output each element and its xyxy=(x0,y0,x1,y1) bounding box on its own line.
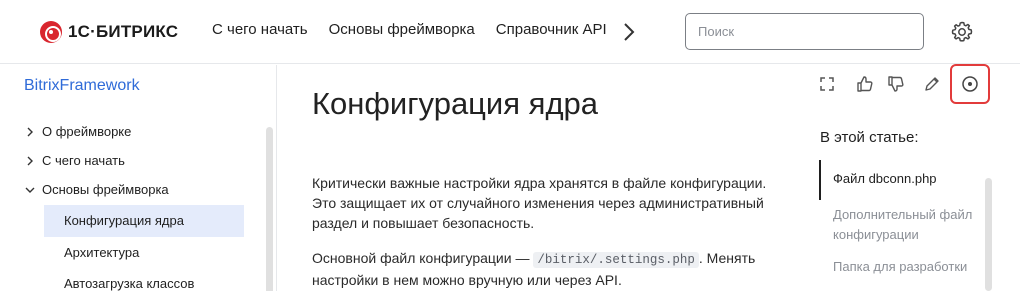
nav-item-api-reference[interactable]: Справочник API xyxy=(496,21,607,38)
chevron-right-icon xyxy=(27,156,33,165)
nav-item-framework-basics[interactable]: Основы фреймворка xyxy=(329,21,475,38)
sidebar-subitem-architecture[interactable]: Архитектура xyxy=(44,237,244,269)
gear-icon[interactable] xyxy=(950,20,974,44)
chevron-down-icon xyxy=(25,187,35,193)
toc-item-dbconn[interactable]: Файл dbconn.php xyxy=(833,169,983,189)
toc-scrollbar[interactable] xyxy=(985,178,992,291)
sidebar-scrollbar[interactable] xyxy=(266,127,273,291)
sidebar-item-getting-started[interactable]: С чего начать xyxy=(24,153,125,168)
toc-item-additional-config[interactable]: Дополнительный файл конфигурации xyxy=(833,205,983,245)
pencil-icon[interactable] xyxy=(922,74,942,94)
thumbs-down-icon[interactable] xyxy=(886,74,906,94)
sidebar-subitem-core-config[interactable]: Конфигурация ядра xyxy=(44,205,244,237)
fullscreen-icon[interactable] xyxy=(817,74,837,94)
top-nav: С чего начать Основы фреймворка Справочн… xyxy=(212,21,607,38)
thumbs-up-icon[interactable] xyxy=(855,74,875,94)
sidebar-title[interactable]: BitrixFramework xyxy=(24,77,140,95)
page-title: Конфигурация ядра xyxy=(312,86,599,121)
settings-path-code: /bitrix/.settings.php xyxy=(533,252,699,268)
search-input[interactable] xyxy=(685,13,924,50)
toc-item-dev-folder[interactable]: Папка для разработки xyxy=(833,257,983,277)
sidebar-item-framework-basics[interactable]: Основы фреймворка xyxy=(24,182,169,197)
toc-title: В этой статье: xyxy=(820,129,919,146)
sidebar-item-about[interactable]: О фреймворке xyxy=(24,124,131,139)
chevron-right-icon xyxy=(27,127,33,136)
sidebar-item-label: О фреймворке xyxy=(42,124,132,139)
logo[interactable]: 1С·БИТРИКС xyxy=(40,21,178,43)
chevron-right-icon[interactable] xyxy=(622,22,636,42)
bitrix-logo-icon xyxy=(40,21,62,43)
toc-active-indicator xyxy=(819,160,821,200)
logo-text: 1С·БИТРИКС xyxy=(68,22,179,41)
intro-paragraph: Критически важные настройки ядра хранятс… xyxy=(312,175,767,231)
sidebar-item-label: С чего начать xyxy=(42,153,125,168)
nav-item-getting-started[interactable]: С чего начать xyxy=(212,21,308,38)
top-header: 1С·БИТРИКС С чего начать Основы фреймвор… xyxy=(0,0,1020,64)
record-icon[interactable] xyxy=(960,74,980,94)
paragraph-text: Основной файл конфигурации — xyxy=(312,250,534,266)
sidebar-item-label: Основы фреймворка xyxy=(42,182,169,197)
sidebar: BitrixFramework О фреймворке С чего нача… xyxy=(0,65,277,291)
config-paragraph: Основной файл конфигурации — /bitrix/.se… xyxy=(312,248,782,290)
sidebar-subitem-autoload[interactable]: Автозагрузка классов xyxy=(44,268,244,291)
